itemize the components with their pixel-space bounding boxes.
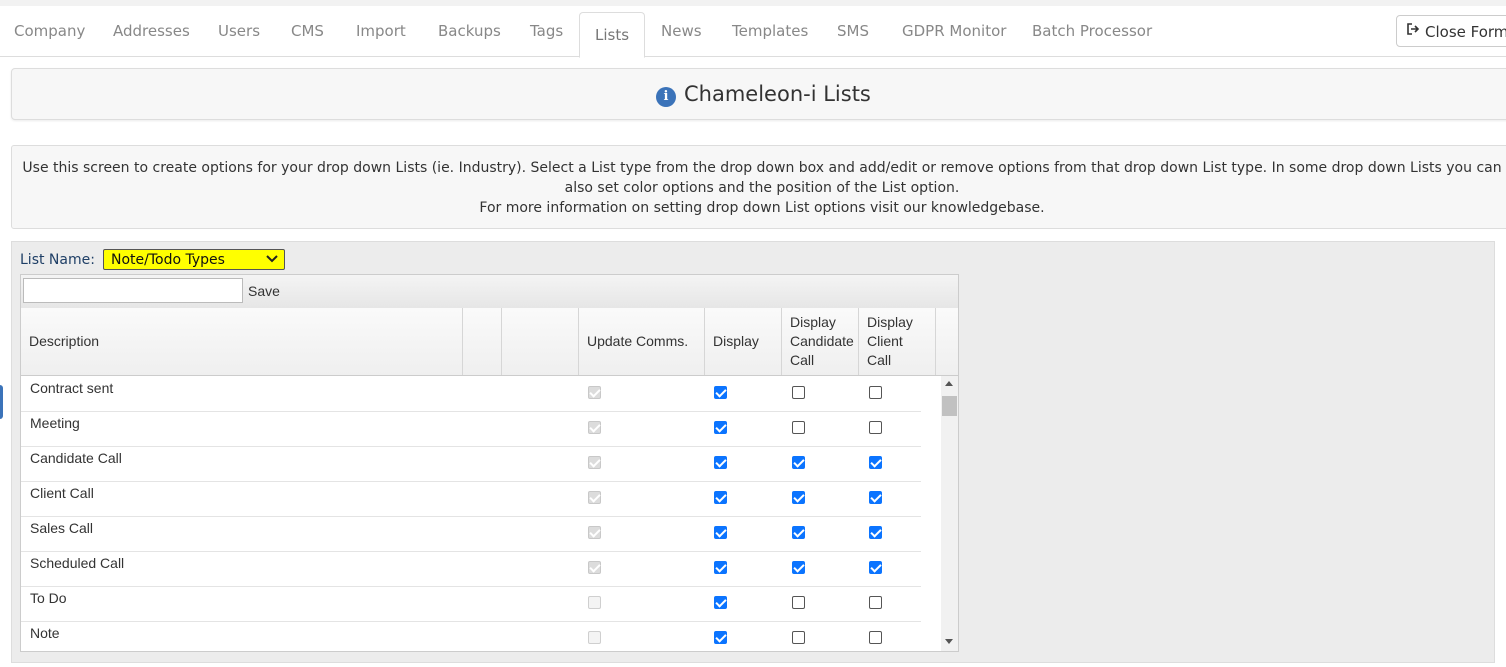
display-checkbox[interactable] bbox=[714, 421, 727, 434]
display-checkbox[interactable] bbox=[714, 491, 727, 504]
column-header-blank-2[interactable] bbox=[502, 308, 579, 375]
table-row[interactable]: Contract sent bbox=[21, 376, 921, 412]
display-client-call-checkbox[interactable] bbox=[869, 526, 882, 539]
update-comms-checkbox bbox=[588, 631, 601, 644]
page-title: Chameleon-i Lists bbox=[684, 82, 871, 106]
table-row[interactable]: Candidate Call bbox=[21, 446, 921, 482]
display-client-call-checkbox[interactable] bbox=[869, 561, 882, 574]
tab-lists[interactable]: Lists bbox=[579, 12, 646, 58]
table-row[interactable]: Meeting bbox=[21, 411, 921, 447]
tab-company[interactable]: Company bbox=[14, 22, 85, 40]
instructions-line-2: also set color options and the position … bbox=[564, 180, 960, 196]
tab-templates[interactable]: Templates bbox=[732, 22, 808, 40]
display-checkbox[interactable] bbox=[714, 561, 727, 574]
column-header-update-comms[interactable]: Update Comms. bbox=[579, 308, 705, 375]
display-candidate-call-checkbox[interactable] bbox=[792, 456, 805, 469]
display-candidate-call-checkbox[interactable] bbox=[792, 596, 805, 609]
tab-cms[interactable]: CMS bbox=[291, 22, 324, 40]
column-header-display-client-call[interactable]: Display Client Call bbox=[859, 308, 936, 375]
instructions-line-3: For more information on setting drop dow… bbox=[479, 200, 1045, 216]
list-name-select[interactable]: Note/Todo Types bbox=[103, 249, 285, 270]
tab-batch-processor[interactable]: Batch Processor bbox=[1032, 22, 1152, 40]
new-option-input[interactable] bbox=[23, 278, 243, 303]
row-description: Note bbox=[30, 625, 60, 641]
row-description: Meeting bbox=[30, 415, 80, 431]
display-checkbox[interactable] bbox=[714, 456, 727, 469]
update-comms-checkbox bbox=[588, 386, 601, 399]
tab-news[interactable]: News bbox=[661, 22, 702, 40]
tab-gdpr-monitor[interactable]: GDPR Monitor bbox=[902, 22, 1006, 40]
row-description: Contract sent bbox=[30, 380, 114, 396]
update-comms-checkbox bbox=[588, 596, 601, 609]
display-client-call-checkbox[interactable] bbox=[869, 421, 882, 434]
display-checkbox[interactable] bbox=[714, 596, 727, 609]
update-comms-checkbox bbox=[588, 526, 601, 539]
display-checkbox[interactable] bbox=[714, 526, 727, 539]
tab-bar: Company Addresses Users CMS Import Backu… bbox=[0, 6, 1506, 58]
row-description: Candidate Call bbox=[30, 450, 122, 466]
scroll-up-arrow-icon[interactable] bbox=[945, 381, 953, 386]
column-header-blank-1[interactable] bbox=[463, 308, 502, 375]
update-comms-checkbox bbox=[588, 561, 601, 574]
close-form-label: Close Form bbox=[1425, 23, 1506, 41]
page-heading: i Chameleon-i Lists bbox=[11, 68, 1506, 120]
tab-import[interactable]: Import bbox=[356, 22, 406, 40]
instructions-panel: Use this screen to create options for yo… bbox=[11, 145, 1506, 229]
grid-scrollbar[interactable] bbox=[941, 376, 958, 651]
left-edge-marker bbox=[0, 385, 3, 419]
list-grid: Save Description Update Comms. Display D… bbox=[20, 274, 959, 652]
chevron-down-icon bbox=[266, 251, 278, 268]
tab-users[interactable]: Users bbox=[218, 22, 260, 40]
table-row[interactable]: Sales Call bbox=[21, 516, 921, 552]
display-candidate-call-checkbox[interactable] bbox=[792, 491, 805, 504]
table-row[interactable]: Scheduled Call bbox=[21, 551, 921, 587]
display-candidate-call-checkbox[interactable] bbox=[792, 561, 805, 574]
update-comms-checkbox bbox=[588, 491, 601, 504]
scroll-down-arrow-icon[interactable] bbox=[945, 639, 953, 644]
grid-body: Contract sent Meeting Candidate Call Client… bbox=[21, 376, 941, 651]
display-client-call-checkbox[interactable] bbox=[869, 631, 882, 644]
column-header-display-candidate-call[interactable]: Display Candidate Call bbox=[782, 308, 859, 375]
sign-out-icon bbox=[1406, 22, 1420, 40]
display-client-call-checkbox[interactable] bbox=[869, 456, 882, 469]
close-form-button[interactable]: Close Form bbox=[1396, 15, 1506, 47]
row-description: To Do bbox=[30, 590, 67, 606]
column-header-display[interactable]: Display bbox=[705, 308, 782, 375]
scrollbar-thumb[interactable] bbox=[942, 396, 957, 416]
display-candidate-call-checkbox[interactable] bbox=[792, 631, 805, 644]
tab-tags[interactable]: Tags bbox=[530, 22, 563, 40]
tab-sms[interactable]: SMS bbox=[837, 22, 869, 40]
display-candidate-call-checkbox[interactable] bbox=[792, 421, 805, 434]
row-description: Sales Call bbox=[30, 520, 94, 536]
info-icon: i bbox=[656, 87, 676, 107]
table-row[interactable]: Note bbox=[21, 621, 921, 651]
display-candidate-call-checkbox[interactable] bbox=[792, 386, 805, 399]
grid-toolbar: Save bbox=[21, 275, 958, 309]
table-row[interactable]: To Do bbox=[21, 586, 921, 622]
row-description: Scheduled Call bbox=[30, 555, 125, 571]
display-client-call-checkbox[interactable] bbox=[869, 596, 882, 609]
grid-header: Description Update Comms. Display Displa… bbox=[21, 308, 958, 376]
display-client-call-checkbox[interactable] bbox=[869, 491, 882, 504]
display-candidate-call-checkbox[interactable] bbox=[792, 526, 805, 539]
save-button[interactable]: Save bbox=[248, 283, 280, 299]
list-name-selected: Note/Todo Types bbox=[111, 252, 225, 268]
row-description: Client Call bbox=[30, 485, 94, 501]
tab-addresses[interactable]: Addresses bbox=[113, 22, 190, 40]
update-comms-checkbox bbox=[588, 456, 601, 469]
instructions-line-1: Use this screen to create options for yo… bbox=[22, 160, 1502, 176]
display-checkbox[interactable] bbox=[714, 386, 727, 399]
tab-backups[interactable]: Backups bbox=[438, 22, 501, 40]
update-comms-checkbox bbox=[588, 421, 601, 434]
list-name-label: List Name: bbox=[20, 252, 95, 268]
column-header-description[interactable]: Description bbox=[21, 308, 463, 375]
table-row[interactable]: Client Call bbox=[21, 481, 921, 517]
display-checkbox[interactable] bbox=[714, 631, 727, 644]
display-client-call-checkbox[interactable] bbox=[869, 386, 882, 399]
